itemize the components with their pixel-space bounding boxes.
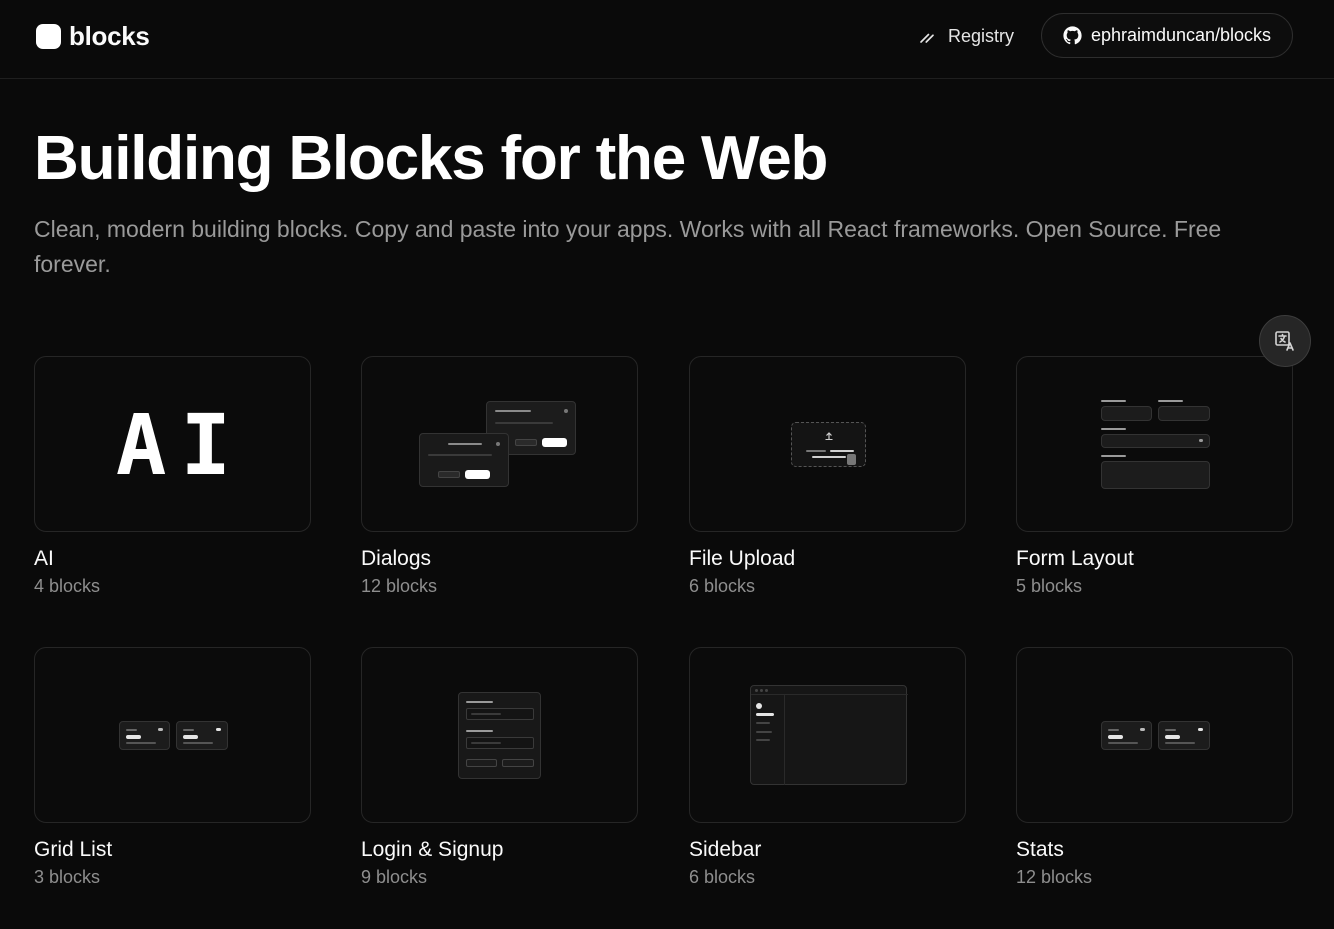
category-count: 6 blocks	[689, 867, 756, 887]
category-thumbnail: AI	[34, 356, 311, 532]
category-card-ai[interactable]: AI AI 4 blocks	[34, 356, 311, 597]
category-title: Sidebar	[689, 838, 762, 861]
blocks-logo-icon	[36, 23, 61, 49]
category-thumbnail	[34, 647, 311, 823]
page-subtitle: Clean, modern building blocks. Copy and …	[34, 216, 1222, 277]
category-title: Dialogs	[361, 547, 432, 570]
pencil-icon	[920, 33, 934, 43]
category-title: File Upload	[689, 547, 796, 570]
category-count: 6 blocks	[689, 576, 756, 596]
registry-label: Registry	[948, 25, 1015, 46]
brand-name: blocks	[69, 20, 150, 51]
upload-icon	[825, 432, 833, 440]
category-thumbnail	[361, 647, 638, 823]
category-card-stats[interactable]: Stats 12 blocks	[1016, 647, 1293, 888]
category-title: Grid List	[34, 838, 113, 861]
category-card-dialogs[interactable]: Dialogs 12 blocks	[361, 356, 638, 597]
registry-link[interactable]: Registry	[918, 22, 1014, 50]
category-card-file-upload[interactable]: File Upload 6 blocks	[689, 356, 966, 597]
category-card-form-layout[interactable]: Form Layout 5 blocks	[1016, 356, 1293, 597]
category-title: AI	[34, 547, 54, 570]
category-title: Form Layout	[1016, 547, 1134, 570]
dialog-preview-front	[419, 433, 509, 487]
github-label: ephraimduncan/blocks	[1090, 25, 1272, 45]
translate-button[interactable]	[1259, 315, 1311, 367]
brand-link[interactable]: blocks	[36, 21, 150, 51]
upload-preview-dropzone	[791, 422, 866, 467]
category-thumbnail	[689, 647, 966, 823]
github-repo-button[interactable]: ephraimduncan/blocks	[1041, 13, 1293, 58]
category-count: 9 blocks	[361, 867, 428, 887]
category-count: 3 blocks	[34, 867, 101, 887]
category-thumbnail	[1016, 356, 1293, 532]
category-thumbnail	[1016, 647, 1293, 823]
category-thumbnail	[361, 356, 638, 532]
translate-icon	[1275, 331, 1294, 351]
category-title: Login & Signup	[361, 838, 504, 861]
category-card-sidebar[interactable]: Sidebar 6 blocks	[689, 647, 966, 888]
category-count: 5 blocks	[1016, 576, 1083, 596]
category-count: 12 blocks	[1016, 867, 1093, 887]
category-title: Stats	[1016, 838, 1064, 861]
category-thumbnail	[689, 356, 966, 532]
category-count: 12 blocks	[361, 576, 438, 596]
category-count: 4 blocks	[34, 576, 101, 596]
category-card-login-signup[interactable]: Login & Signup 9 blocks	[361, 647, 638, 888]
site-header: blocks Registry ephraimduncan/blocks	[0, 0, 1334, 79]
page-title: Building Blocks for the Web	[34, 124, 828, 193]
ai-thumbnail-text: AI	[115, 396, 246, 494]
category-card-grid-list[interactable]: Grid List 3 blocks	[34, 647, 311, 888]
github-icon	[1063, 26, 1082, 45]
